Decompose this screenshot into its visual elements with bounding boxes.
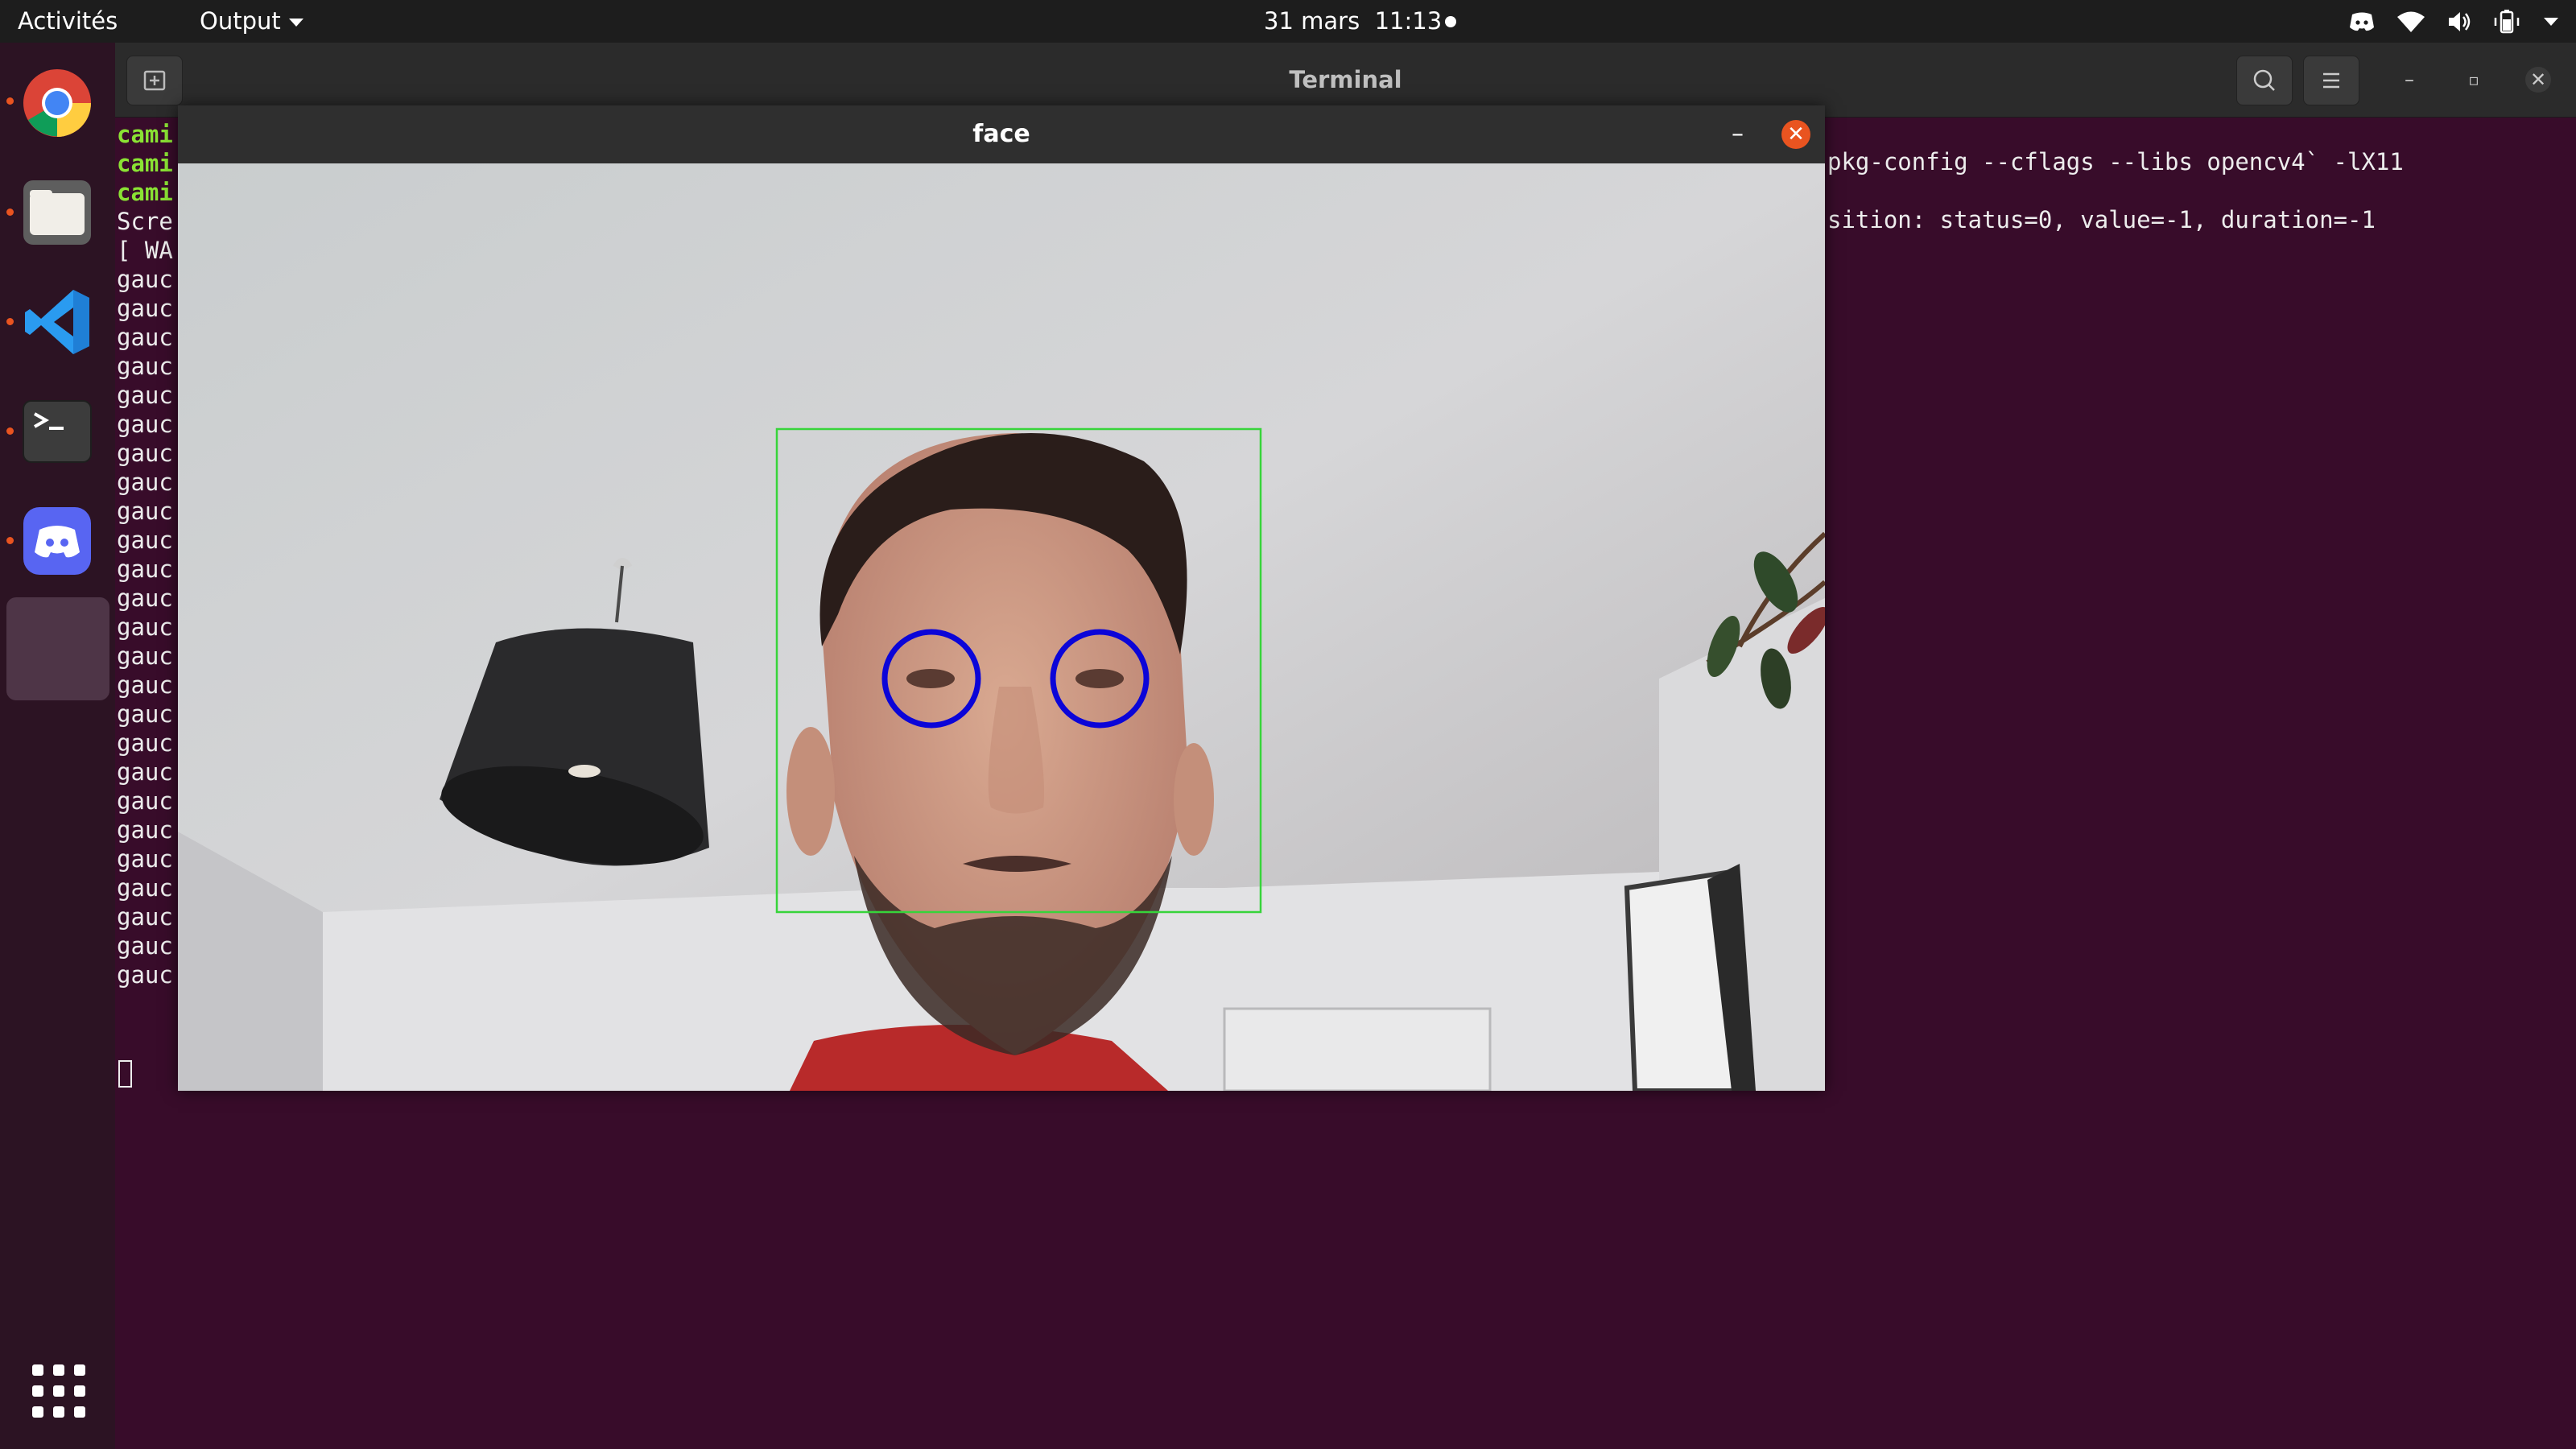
vscode-icon[interactable] (18, 283, 97, 361)
search-icon (2253, 69, 2275, 91)
terminal-line: gauc (117, 874, 173, 902)
maximize-icon[interactable]: ▫ (2461, 67, 2487, 93)
app-menu[interactable]: Output (200, 0, 303, 43)
running-indicator (6, 537, 14, 544)
terminal-line: gauc (117, 382, 173, 409)
minimize-icon[interactable]: – (2396, 67, 2422, 93)
terminal-line: gauc (117, 295, 173, 322)
terminal-line: gauc (117, 816, 173, 844)
volume-icon[interactable] (2447, 10, 2471, 33)
chevron-down-icon[interactable] (2544, 17, 2558, 26)
notification-dot-icon (1445, 16, 1456, 27)
terminal-line: gauc (117, 845, 173, 873)
terminal-line: gauc (117, 671, 173, 699)
terminal-output: cami cami cami Scre[ WA gauc gauc gauc gauc gauc… (117, 120, 173, 989)
terminal-line: cami (117, 150, 173, 177)
activities-button[interactable]: Activités (18, 0, 118, 43)
battery-icon[interactable] (2494, 9, 2521, 34)
chrome-icon[interactable] (18, 64, 97, 142)
menu-button[interactable] (2303, 56, 2359, 105)
dock (0, 43, 115, 1449)
terminal-line: gauc (117, 497, 173, 525)
terminal-line: gauc (117, 440, 173, 467)
system-tray[interactable] (2349, 0, 2558, 43)
terminal-line: gauc (117, 584, 173, 612)
minimize-icon[interactable]: – (1732, 120, 1744, 149)
chevron-down-icon (288, 19, 303, 27)
terminal-line: gauc (117, 961, 173, 989)
discord-icon[interactable] (2349, 11, 2375, 32)
face-window-title: face (972, 120, 1030, 148)
clock[interactable]: 31 mars 11:13 (1264, 0, 1442, 43)
face-window[interactable]: face – ✕ (178, 105, 1825, 1091)
terminal-line: gauc (117, 903, 173, 931)
files-icon[interactable] (18, 173, 97, 252)
terminal-output-right: pkg-config --cflags --libs opencv4` -lX1… (1827, 147, 2404, 234)
terminal-line: gauc (117, 526, 173, 554)
terminal-line: gauc (117, 642, 173, 670)
terminal-line: gauc (117, 411, 173, 438)
terminal-line: sition: status=0, value=-1, duration=-1 (1827, 206, 2376, 233)
app-menu-label: Output (200, 7, 281, 35)
terminal-line: gauc (117, 266, 173, 293)
face-window-titlebar[interactable]: face – ✕ (178, 105, 1825, 164)
running-indicator (6, 318, 14, 325)
camera-frame (178, 163, 1825, 1091)
discord-app-icon[interactable] (18, 502, 97, 580)
hamburger-icon (2323, 72, 2339, 89)
terminal-line: gauc (117, 787, 173, 815)
search-button[interactable] (2236, 56, 2293, 105)
terminal-line: gauc (117, 353, 173, 380)
date-label: 31 mars (1264, 7, 1360, 35)
terminal-line: gauc (117, 469, 173, 496)
terminal-line: gauc (117, 932, 173, 960)
terminal-line: [ WA (117, 237, 173, 264)
terminal-cursor (118, 1060, 132, 1088)
terminal-line: gauc (117, 324, 173, 351)
terminal-line: gauc (117, 613, 173, 641)
running-indicator (6, 208, 14, 216)
active-window-item[interactable] (6, 597, 109, 700)
terminal-line: cami (117, 179, 173, 206)
wifi-icon[interactable] (2397, 10, 2425, 33)
time-label: 11:13 (1374, 7, 1443, 35)
terminal-line: gauc (117, 758, 173, 786)
terminal-line: cami (117, 121, 173, 148)
terminal-app-icon[interactable] (18, 392, 97, 471)
terminal-line: gauc (117, 555, 173, 583)
show-applications-icon[interactable] (32, 1364, 85, 1418)
terminal-line: gauc (117, 729, 173, 757)
close-icon[interactable]: ✕ (2525, 67, 2551, 93)
top-bar: Activités Output 31 mars 11:13 (0, 0, 2576, 43)
terminal-line: Scre (117, 208, 173, 235)
running-indicator (6, 427, 14, 435)
running-indicator (6, 97, 14, 105)
close-icon[interactable]: ✕ (1781, 120, 1810, 149)
terminal-line: pkg-config --cflags --libs opencv4` -lX1… (1827, 148, 2404, 175)
terminal-line: gauc (117, 700, 173, 728)
